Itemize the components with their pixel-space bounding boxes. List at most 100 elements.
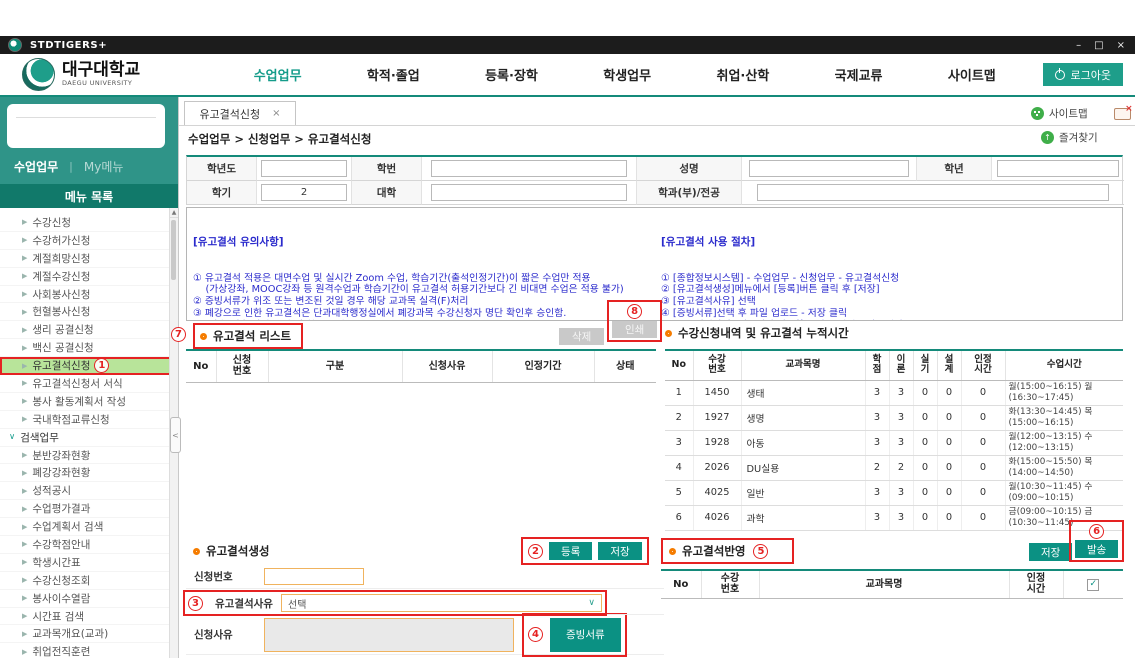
sidebar-item[interactable]: ▶생리 공결신청 bbox=[0, 321, 178, 339]
grade-input[interactable] bbox=[997, 160, 1118, 177]
sidebar-item-label: 수업계획서 검색 bbox=[32, 519, 103, 534]
sidebar-item[interactable]: ▶성적공시 bbox=[0, 482, 178, 500]
column-header: No bbox=[665, 350, 693, 380]
sidebar-item[interactable]: ▶수강학점안내 bbox=[0, 536, 178, 554]
nav-item[interactable]: 등록·장학 bbox=[485, 65, 538, 84]
sidebar-item[interactable]: ▶교과목개요(교과) bbox=[0, 625, 178, 643]
major-input[interactable] bbox=[757, 184, 1108, 201]
delete-button[interactable]: 삭제 bbox=[559, 328, 604, 345]
scroll-thumb[interactable] bbox=[171, 220, 176, 280]
sidebar-item[interactable]: ▶수강신청 bbox=[0, 214, 178, 232]
sidebar-item[interactable]: ▶계절수강신청 bbox=[0, 268, 178, 286]
sidebar-item[interactable]: ▶백신 공결신청 bbox=[0, 339, 178, 357]
creation-title: 유고결석생성 bbox=[206, 543, 269, 559]
semester-input[interactable] bbox=[261, 184, 347, 201]
arrow-right-icon: ▶ bbox=[22, 236, 27, 244]
annotation-marker-6: 6 bbox=[1089, 524, 1104, 539]
logout-button[interactable]: 로그아웃 bbox=[1043, 63, 1123, 86]
sidebar-item[interactable]: ▶수업평가결과 bbox=[0, 500, 178, 518]
sidebar-item[interactable]: ▶국내학점교류신청 bbox=[0, 411, 178, 429]
close-all-tabs-icon[interactable] bbox=[1114, 108, 1131, 120]
nav-item[interactable]: 학생업무 bbox=[603, 65, 651, 84]
sidebar-tab-my-menu[interactable]: My메뉴 bbox=[84, 158, 124, 175]
reflection-header: 유고결석반영 5 bbox=[661, 538, 794, 564]
tab-absence-application[interactable]: 유고결석신청 × bbox=[184, 101, 296, 125]
send-button[interactable]: 발송 bbox=[1075, 540, 1118, 558]
arrow-right-icon: ▶ bbox=[22, 487, 27, 495]
notice-left: [유고결석 유의사항] ① 유고결석 적용은 대면수업 및 실시간 Zoom 수… bbox=[187, 208, 655, 320]
close-icon[interactable]: × bbox=[1117, 40, 1125, 51]
sidebar-item[interactable]: ▶수강허가신청 bbox=[0, 232, 178, 250]
sidebar-collapse-handle[interactable]: < bbox=[170, 417, 181, 453]
maximize-icon[interactable]: □ bbox=[1094, 40, 1103, 51]
favorite-button[interactable]: ↑ 즐겨찾기 bbox=[1041, 130, 1098, 145]
student-id-input[interactable] bbox=[431, 160, 628, 177]
sidebar-item-label: 유고결석신청서 서식 bbox=[32, 376, 122, 391]
sidebar-item-label: 분반강좌현황 bbox=[32, 448, 90, 463]
reflection-save-button[interactable]: 저장 bbox=[1029, 543, 1072, 561]
sidebar-item[interactable]: ▶수강신청조회 bbox=[0, 572, 178, 590]
year-input[interactable] bbox=[261, 160, 347, 177]
column-header: 구분 bbox=[268, 350, 402, 382]
register-button[interactable]: 등록 bbox=[549, 542, 592, 560]
arrow-right-icon: ▶ bbox=[22, 540, 27, 548]
sidebar-item-label: 헌혈봉사신청 bbox=[32, 304, 90, 319]
sidebar-item[interactable]: ▶봉사이수열람 bbox=[0, 590, 178, 608]
notice-line: ① [종합정보시스템] - 수업업무 - 신청업무 - 유고결석신청 bbox=[661, 273, 1116, 285]
sidebar-tab-primary[interactable]: 수업업무 bbox=[14, 158, 58, 175]
nav-item[interactable]: 학적·졸업 bbox=[367, 65, 420, 84]
sidebar-item[interactable]: ▶시간표 검색 bbox=[0, 608, 178, 626]
sidebar-item[interactable]: ▶ 분반강좌현황 bbox=[0, 447, 178, 465]
sidebar-item-label: 계절수강신청 bbox=[32, 269, 90, 284]
sidebar-item[interactable]: ▶유고결석신청1 bbox=[0, 357, 178, 375]
sidebar-item-label: 수강신청조회 bbox=[32, 573, 90, 588]
arrow-right-icon: ▶ bbox=[22, 594, 27, 602]
name-input[interactable] bbox=[749, 160, 909, 177]
arrow-right-icon: ▶ bbox=[22, 290, 27, 298]
sidebar-item[interactable]: ▶취업전직훈련 bbox=[0, 643, 178, 658]
column-header: 인정 시간 bbox=[1009, 570, 1063, 598]
sidebar-item[interactable]: ▶사회봉사신청 bbox=[0, 286, 178, 304]
nav-item[interactable]: 국제교류 bbox=[835, 65, 883, 84]
reflection-table: No수강 번호교과목명인정 시간✓ bbox=[661, 569, 1123, 599]
college-input[interactable] bbox=[431, 184, 628, 201]
sidebar-item[interactable]: ▶봉사 활동계획서 작성 bbox=[0, 393, 178, 411]
sidebar-item-label: 계절희망신청 bbox=[32, 251, 90, 266]
scroll-up-icon[interactable]: ▲ bbox=[170, 208, 178, 218]
sidebar-item[interactable]: ∨검색업무 bbox=[0, 429, 178, 447]
sidebar-item-label: 폐강강좌현황 bbox=[32, 465, 90, 480]
nav-item[interactable]: 사이트맵 bbox=[948, 65, 996, 84]
sidebar-item-label: 수강신청 bbox=[32, 215, 71, 230]
nav-item[interactable]: 수업업무 bbox=[254, 65, 302, 84]
print-button[interactable]: 인쇄 bbox=[612, 321, 657, 338]
enrollment-header: 수강신청내역 및 유고결석 누적시간 bbox=[665, 325, 849, 341]
arrow-right-icon: ▶ bbox=[22, 451, 27, 459]
sidebar-item-label: 학생시간표 bbox=[32, 555, 80, 570]
reason-textarea[interactable] bbox=[264, 618, 514, 652]
column-header: 실 기 bbox=[913, 350, 937, 380]
creation-save-button[interactable]: 저장 bbox=[598, 542, 641, 560]
enrollment-row: 42026DU실용22000화(15:00~15:50) 목(14:00~14:… bbox=[665, 455, 1123, 480]
notice-line: ④ [발송]이후 날짜 수정 및 취소 불가 bbox=[193, 320, 649, 321]
sidebar-item[interactable]: ▶폐강강좌현황 bbox=[0, 464, 178, 482]
section-bullet-icon bbox=[665, 330, 672, 337]
minimize-icon[interactable]: – bbox=[1076, 40, 1081, 51]
column-header: 인정기간 bbox=[492, 350, 594, 382]
arrow-right-icon: ▶ bbox=[22, 326, 27, 334]
apply-no-input[interactable] bbox=[264, 568, 364, 585]
arrow-right-icon: ▶ bbox=[22, 415, 27, 423]
nav-item[interactable]: 취업·산학 bbox=[717, 65, 770, 84]
sitemap-link[interactable]: 사이트맵 bbox=[1031, 106, 1088, 121]
print-annotation-box: 8 인쇄 bbox=[607, 300, 662, 342]
notice-left-title: [유고결석 유의사항] bbox=[193, 236, 649, 249]
sidebar-item[interactable]: ▶유고결석신청서 서식 bbox=[0, 375, 178, 393]
sidebar-item[interactable]: ▶헌혈봉사신청 bbox=[0, 303, 178, 321]
tab-close-icon[interactable]: × bbox=[272, 108, 280, 119]
column-header: 신청사유 bbox=[402, 350, 492, 382]
sidebar-item[interactable]: ▶계절희망신청 bbox=[0, 250, 178, 268]
evidence-button[interactable]: 증빙서류 bbox=[550, 618, 621, 652]
select-all-checkbox[interactable]: ✓ bbox=[1087, 579, 1099, 591]
reason-type-select[interactable]: 선택 ∨ bbox=[281, 594, 602, 612]
sidebar-item[interactable]: ▶수업계획서 검색 bbox=[0, 518, 178, 536]
sidebar-item[interactable]: ▶학생시간표 bbox=[0, 554, 178, 572]
